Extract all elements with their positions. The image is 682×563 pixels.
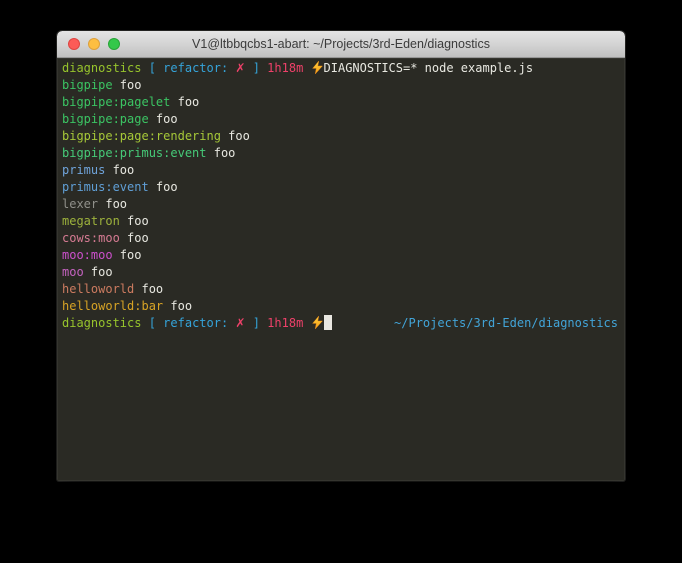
text-segment: ✗	[235, 316, 245, 330]
terminal-line: moo foo	[62, 264, 619, 281]
text-segment: primus:event	[62, 180, 149, 194]
text-segment: bigpipe:page:rendering	[62, 129, 221, 143]
text-segment: foo	[221, 129, 250, 143]
text-segment: primus	[62, 163, 105, 177]
text-segment: foo	[120, 214, 149, 228]
window-title: V1@ltbbqcbs1-abart: ~/Projects/3rd-Eden/…	[57, 31, 625, 57]
terminal-line: bigpipe:page:rendering foo	[62, 128, 619, 145]
text-segment: foo	[163, 299, 192, 313]
text-segment: cows:moo	[62, 231, 120, 245]
text-segment: bigpipe:pagelet	[62, 95, 170, 109]
text-segment	[141, 316, 148, 330]
text-segment	[141, 61, 148, 75]
text-segment	[303, 316, 310, 330]
text-segment: moo:moo	[62, 248, 113, 262]
terminal-line: primus:event foo	[62, 179, 619, 196]
terminal-window: V1@ltbbqcbs1-abart: ~/Projects/3rd-Eden/…	[57, 31, 625, 481]
text-segment: ✗	[235, 61, 245, 75]
text-segment: diagnostics	[62, 61, 141, 75]
text-segment: foo	[98, 197, 127, 211]
text-segment: megatron	[62, 214, 120, 228]
terminal-line: bigpipe:page foo	[62, 111, 619, 128]
text-segment: foo	[120, 231, 149, 245]
text-segment: lexer	[62, 197, 98, 211]
terminal-line: diagnostics [ refactor: ✗ ] 1h18m ~/Proj…	[62, 315, 619, 332]
terminal-line: primus foo	[62, 162, 619, 179]
terminal-line: helloworld foo	[62, 281, 619, 298]
text-segment: moo	[62, 265, 84, 279]
text-segment: DIAGNOSTICS=* node example.js	[324, 61, 534, 75]
terminal-line: diagnostics [ refactor: ✗ ] 1h18m DIAGNO…	[62, 60, 619, 77]
terminal-line: megatron foo	[62, 213, 619, 230]
text-segment: helloworld	[62, 282, 134, 296]
text-segment: foo	[149, 112, 178, 126]
right-prompt-path: ~/Projects/3rd-Eden/diagnostics	[394, 315, 618, 332]
text-segment: 1h18m	[267, 61, 303, 75]
text-segment: foo	[207, 146, 236, 160]
lightning-bolt-icon	[312, 316, 323, 329]
text-segment: foo	[113, 248, 142, 262]
text-segment: [ refactor:	[149, 316, 236, 330]
terminal-screen[interactable]: diagnostics [ refactor: ✗ ] 1h18m DIAGNO…	[57, 58, 625, 481]
text-segment	[303, 61, 310, 75]
terminal-line: moo:moo foo	[62, 247, 619, 264]
lightning-bolt-icon	[312, 61, 323, 74]
terminal-line: bigpipe:pagelet foo	[62, 94, 619, 111]
text-segment: bigpipe:primus:event	[62, 146, 207, 160]
text-segment: foo	[113, 78, 142, 92]
terminal-line: bigpipe foo	[62, 77, 619, 94]
text-segment: [ refactor:	[149, 61, 236, 75]
text-segment: 1h18m	[267, 316, 303, 330]
text-segment: foo	[84, 265, 113, 279]
text-segment: foo	[134, 282, 163, 296]
terminal-line: cows:moo foo	[62, 230, 619, 247]
text-segment: foo	[105, 163, 134, 177]
terminal-cursor[interactable]	[324, 315, 332, 330]
text-segment: ]	[245, 61, 259, 75]
text-segment: bigpipe:page	[62, 112, 149, 126]
text-segment: diagnostics	[62, 316, 141, 330]
text-segment: ]	[245, 316, 259, 330]
terminal-line: bigpipe:primus:event foo	[62, 145, 619, 162]
text-segment: bigpipe	[62, 78, 113, 92]
text-segment: foo	[149, 180, 178, 194]
terminal-line: helloworld:bar foo	[62, 298, 619, 315]
text-segment: foo	[170, 95, 199, 109]
text-segment: helloworld:bar	[62, 299, 163, 313]
terminal-line: lexer foo	[62, 196, 619, 213]
titlebar[interactable]: V1@ltbbqcbs1-abart: ~/Projects/3rd-Eden/…	[57, 31, 625, 58]
